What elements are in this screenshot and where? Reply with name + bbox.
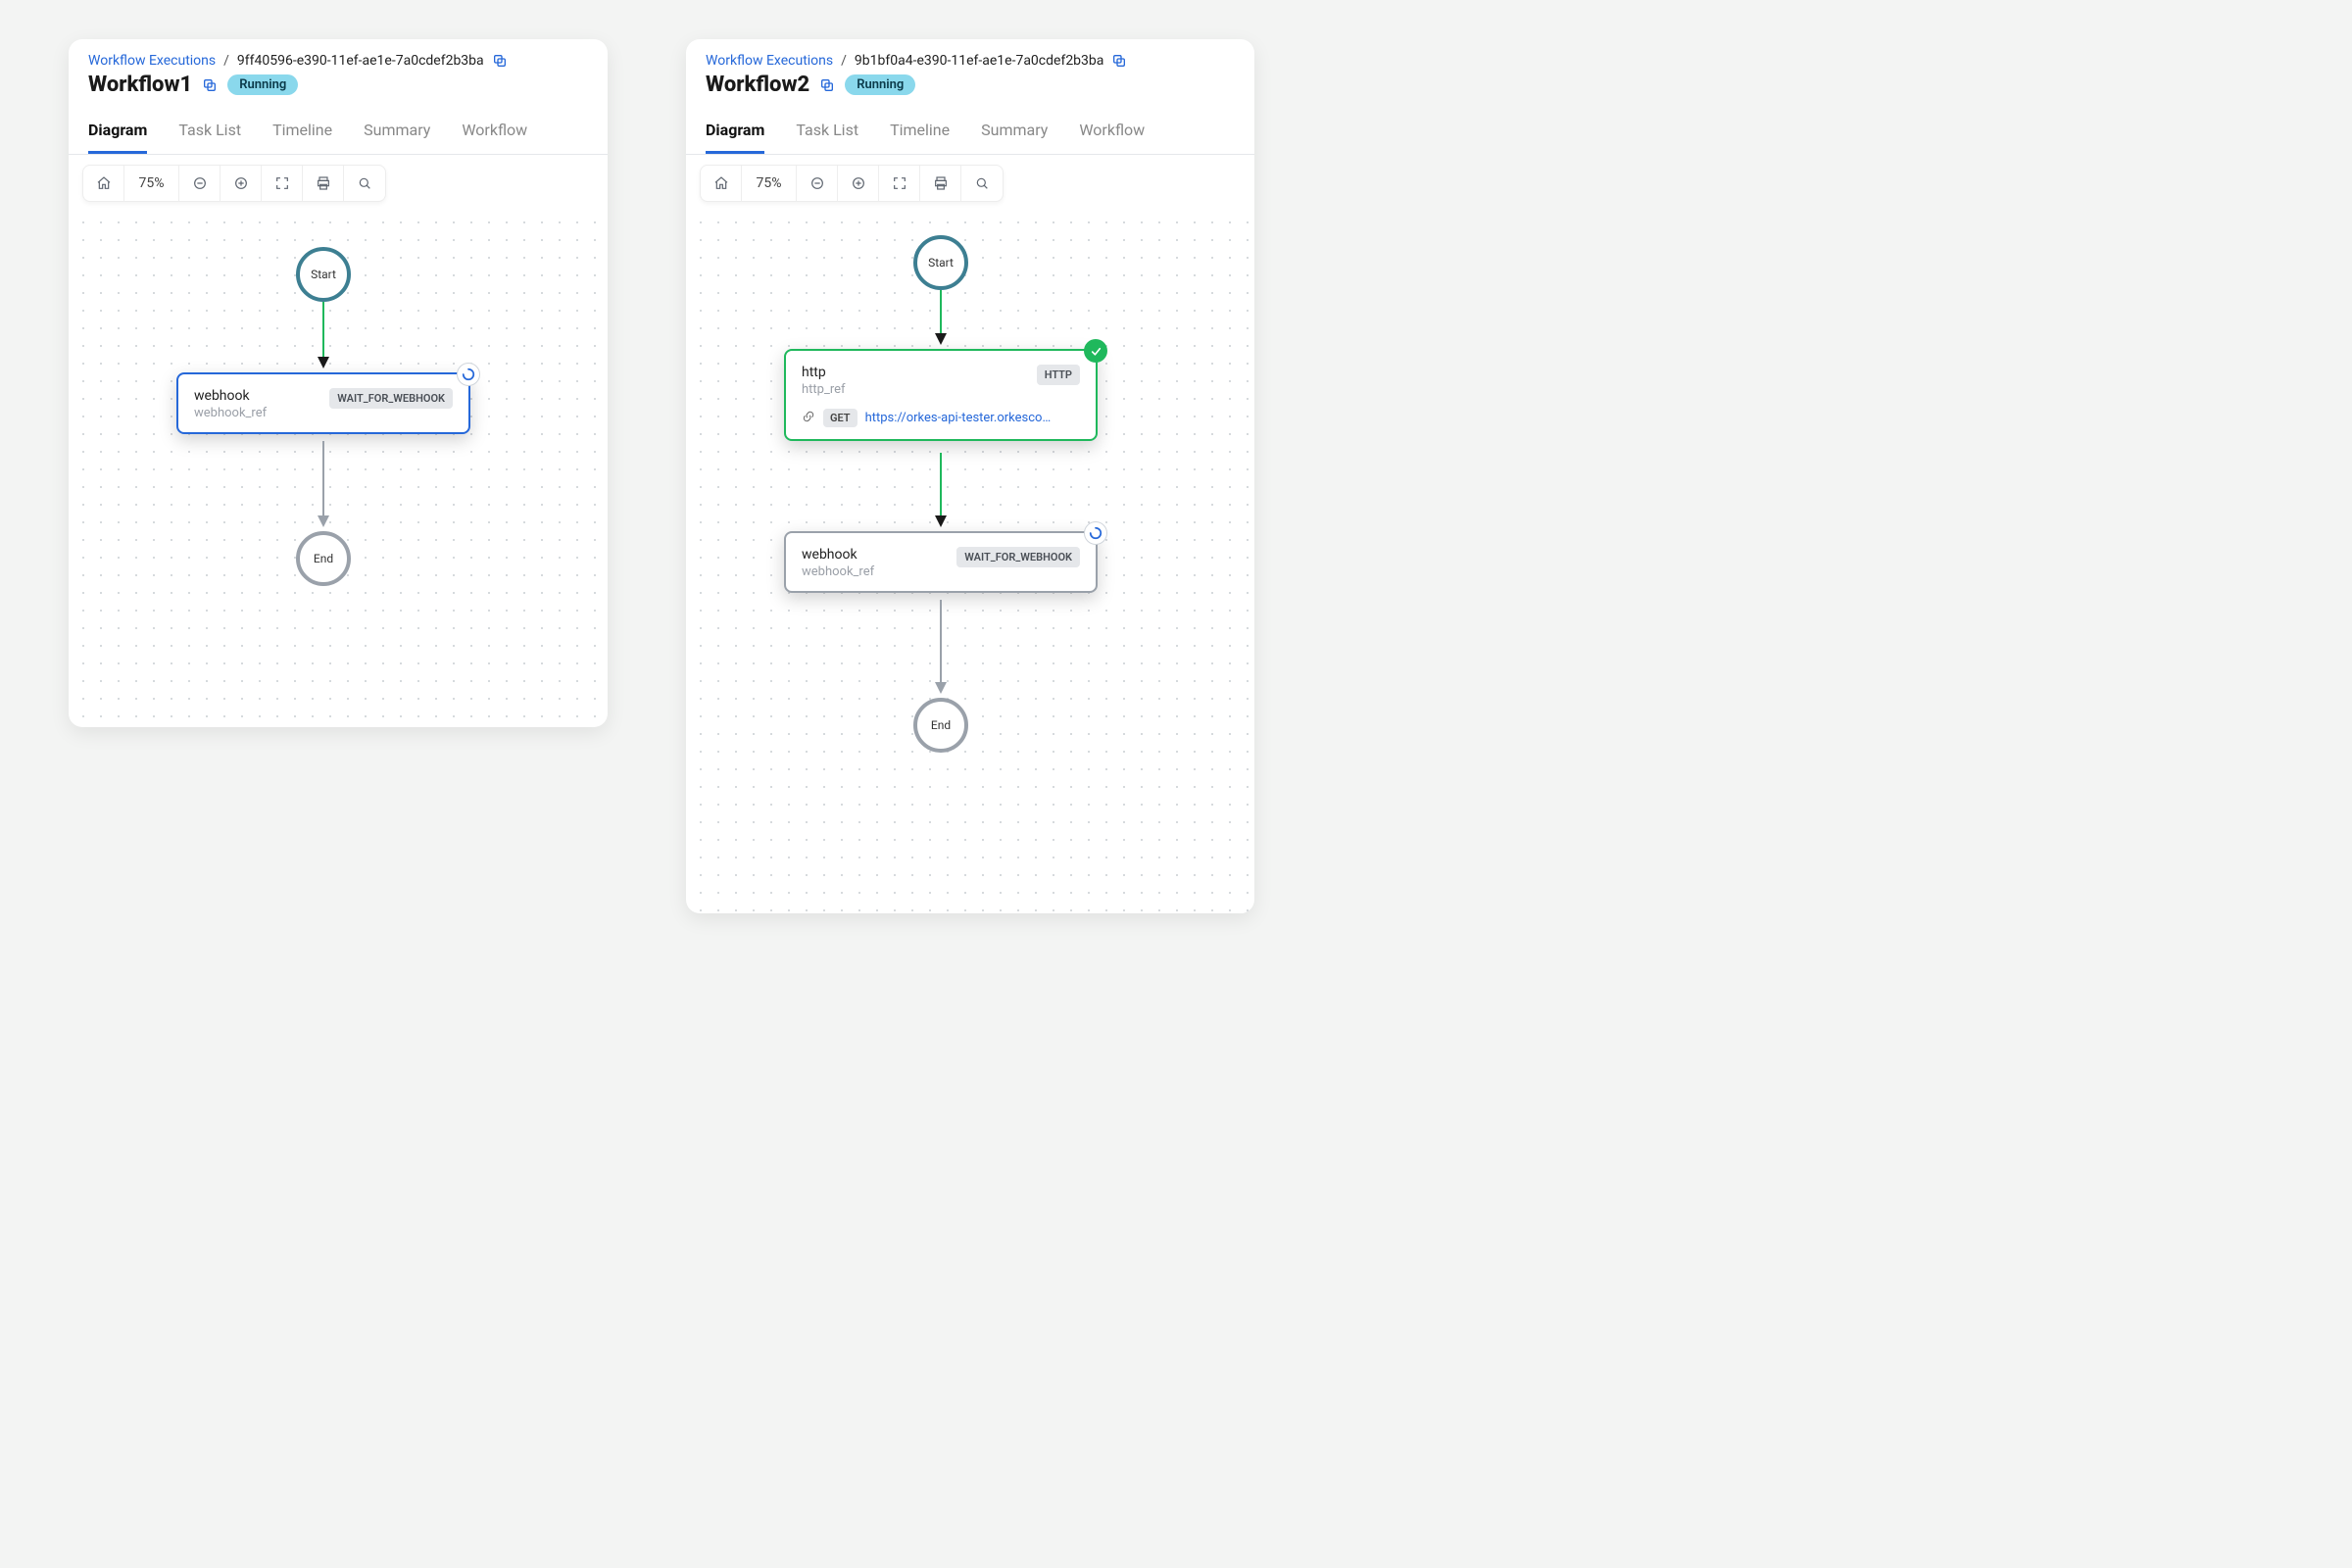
status-badge: Running — [845, 74, 915, 95]
breadcrumb-separator: / — [223, 53, 229, 69]
task-ref: webhook_ref — [802, 564, 874, 579]
workflow-panel-1: Workflow Executions / 9ff40596-e390-11ef… — [69, 39, 608, 727]
running-icon — [1084, 521, 1107, 545]
zoom-out-icon[interactable] — [797, 166, 838, 201]
task-name: http — [802, 365, 846, 380]
task-ref: http_ref — [802, 382, 846, 397]
tabs: Diagram Task List Timeline Summary Workf… — [686, 107, 1254, 155]
tab-timeline[interactable]: Timeline — [890, 107, 950, 154]
breadcrumb-separator: / — [841, 53, 847, 69]
tab-diagram[interactable]: Diagram — [88, 107, 147, 154]
tab-timeline[interactable]: Timeline — [272, 107, 332, 154]
edge — [940, 290, 942, 347]
diagram-canvas[interactable]: Start http http_ref HTTP GET https://ork… — [686, 208, 1254, 913]
print-icon[interactable] — [920, 166, 961, 201]
zoom-in-icon[interactable] — [838, 166, 879, 201]
copy-icon[interactable] — [202, 77, 218, 93]
start-node[interactable]: Start — [296, 247, 351, 302]
tab-task-list[interactable]: Task List — [178, 107, 241, 154]
edge — [322, 441, 324, 529]
tab-workflow[interactable]: Workflow — [462, 107, 527, 154]
toolbar-container: 75% — [686, 155, 1254, 202]
breadcrumb: Workflow Executions / 9ff40596-e390-11ef… — [88, 53, 588, 69]
home-icon[interactable] — [83, 166, 124, 201]
running-icon — [457, 363, 480, 386]
workflow-title: Workflow1 — [88, 73, 192, 97]
fit-icon[interactable] — [879, 166, 920, 201]
task-type-badge: WAIT_FOR_WEBHOOK — [329, 388, 453, 409]
zoom-out-icon[interactable] — [179, 166, 220, 201]
breadcrumb-link[interactable]: Workflow Executions — [88, 53, 216, 69]
tabs: Diagram Task List Timeline Summary Workf… — [69, 107, 608, 155]
task-name: webhook — [802, 547, 874, 563]
title-row: Workflow1 Running — [88, 73, 588, 97]
http-method: GET — [823, 409, 858, 427]
task-http[interactable]: http http_ref HTTP GET https://orkes-api… — [784, 349, 1098, 441]
task-type-badge: HTTP — [1037, 365, 1080, 385]
execution-id: 9b1bf0a4-e390-11ef-ae1e-7a0cdef2b3ba — [855, 53, 1103, 69]
http-details: GET https://orkes-api-tester.orkescondu… — [802, 409, 1080, 427]
task-webhook[interactable]: webhook webhook_ref WAIT_FOR_WEBHOOK — [784, 531, 1098, 593]
end-node[interactable]: End — [296, 531, 351, 586]
start-label: Start — [311, 268, 336, 281]
task-ref: webhook_ref — [194, 406, 267, 420]
success-icon — [1084, 339, 1107, 363]
copy-icon[interactable] — [1111, 53, 1127, 69]
print-icon[interactable] — [303, 166, 344, 201]
canvas-toolbar: 75% — [82, 165, 386, 202]
copy-icon[interactable] — [819, 77, 835, 93]
fit-icon[interactable] — [262, 166, 303, 201]
breadcrumb-link[interactable]: Workflow Executions — [706, 53, 833, 69]
header: Workflow Executions / 9b1bf0a4-e390-11ef… — [686, 39, 1254, 97]
zoom-level: 75% — [742, 166, 797, 201]
tab-summary[interactable]: Summary — [981, 107, 1048, 154]
title-row: Workflow2 Running — [706, 73, 1235, 97]
start-label: Start — [928, 256, 954, 270]
home-icon[interactable] — [701, 166, 742, 201]
http-url[interactable]: https://orkes-api-tester.orkescondu… — [865, 411, 1052, 425]
header: Workflow Executions / 9ff40596-e390-11ef… — [69, 39, 608, 97]
search-icon[interactable] — [961, 166, 1003, 201]
end-label: End — [931, 718, 951, 732]
diagram-canvas[interactable]: Start webhook webhook_ref WAIT_FOR_WEBHO… — [69, 208, 608, 727]
breadcrumb: Workflow Executions / 9b1bf0a4-e390-11ef… — [706, 53, 1235, 69]
edge — [940, 600, 942, 696]
execution-id: 9ff40596-e390-11ef-ae1e-7a0cdef2b3ba — [237, 53, 484, 69]
status-badge: Running — [227, 74, 298, 95]
workflow-panel-2: Workflow Executions / 9b1bf0a4-e390-11ef… — [686, 39, 1254, 913]
search-icon[interactable] — [344, 166, 385, 201]
copy-icon[interactable] — [492, 53, 508, 69]
zoom-in-icon[interactable] — [220, 166, 262, 201]
tab-diagram[interactable]: Diagram — [706, 107, 764, 154]
tab-task-list[interactable]: Task List — [796, 107, 858, 154]
task-webhook[interactable]: webhook webhook_ref WAIT_FOR_WEBHOOK — [176, 372, 470, 434]
task-name: webhook — [194, 388, 267, 404]
edge — [940, 453, 942, 529]
tab-summary[interactable]: Summary — [364, 107, 430, 154]
task-type-badge: WAIT_FOR_WEBHOOK — [956, 547, 1080, 567]
workflow-title: Workflow2 — [706, 73, 809, 97]
tab-workflow[interactable]: Workflow — [1079, 107, 1145, 154]
end-node[interactable]: End — [913, 698, 968, 753]
end-label: End — [314, 552, 333, 565]
edge — [322, 302, 324, 370]
zoom-level: 75% — [124, 166, 179, 201]
link-icon — [802, 410, 815, 427]
toolbar-container: 75% — [69, 155, 608, 202]
canvas-toolbar: 75% — [700, 165, 1004, 202]
start-node[interactable]: Start — [913, 235, 968, 290]
